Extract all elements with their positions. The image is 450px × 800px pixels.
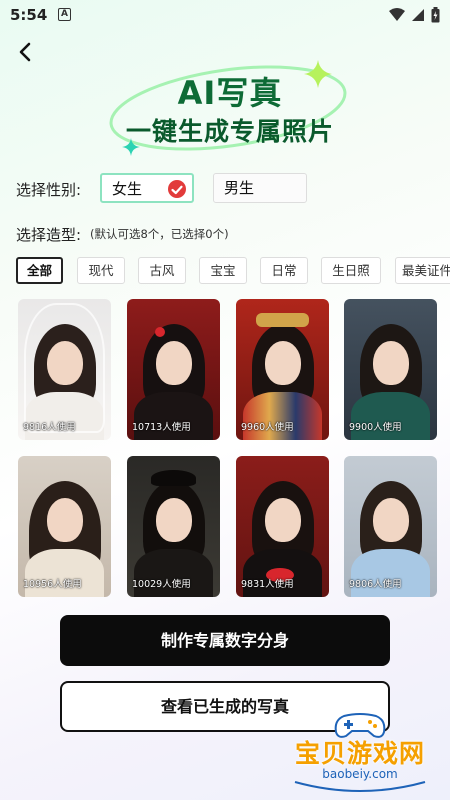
usage-count: 9831人使用 — [241, 579, 294, 590]
gender-option-label: 男生 — [224, 179, 255, 197]
usage-count: 9816人使用 — [23, 422, 76, 433]
tab-id-photo[interactable]: 最美证件 — [395, 257, 450, 284]
watermark-swoosh-decoration — [294, 781, 426, 792]
wifi-icon — [389, 8, 405, 21]
back-button[interactable] — [14, 40, 38, 64]
status-icons — [389, 7, 440, 23]
hero-banner: AI写真 一键生成专属照片 — [100, 60, 360, 160]
style-card[interactable]: 9806人使用 — [344, 456, 437, 597]
tab-daily[interactable]: 日常 — [260, 257, 308, 284]
style-card[interactable]: 10713人使用 — [127, 299, 220, 440]
style-card[interactable]: 9900人使用 — [344, 299, 437, 440]
gender-label: 选择性别: — [16, 181, 82, 199]
gender-option-male[interactable]: 男生 — [213, 173, 307, 203]
style-hint: (默认可选8个，已选择0个) — [90, 227, 229, 241]
style-tabs: 全部 现代 古风 宝宝 日常 生日照 最美证件 — [16, 257, 450, 285]
notification-icon: A — [58, 8, 71, 21]
battery-icon — [431, 7, 440, 23]
signal-icon — [412, 9, 424, 21]
tab-all[interactable]: 全部 — [16, 257, 63, 284]
usage-count: 10713人使用 — [132, 422, 191, 433]
style-label: 选择造型: — [16, 226, 82, 244]
tab-baby[interactable]: 宝宝 — [199, 257, 247, 284]
usage-count: 9806人使用 — [349, 579, 402, 590]
style-card[interactable]: 9960人使用 — [236, 299, 329, 440]
back-arrow-icon — [19, 42, 31, 62]
create-digital-avatar-button[interactable]: 制作专属数字分身 — [60, 615, 390, 666]
gender-option-label: 女生 — [112, 180, 143, 198]
style-card[interactable]: 9816人使用 — [18, 299, 111, 440]
style-card[interactable]: 10956人使用 — [18, 456, 111, 597]
checkmark-icon — [168, 180, 186, 198]
tab-ancient[interactable]: 古风 — [138, 257, 186, 284]
watermark: 宝贝游戏网 baobeiy.com — [275, 712, 445, 797]
watermark-text: 宝贝游戏网 — [294, 739, 425, 768]
status-bar: 5:54 A — [0, 0, 450, 30]
usage-count: 9960人使用 — [241, 422, 294, 433]
gender-option-female[interactable]: 女生 — [100, 173, 194, 203]
hero-title: AI写真 — [177, 74, 283, 112]
usage-count: 10956人使用 — [23, 579, 82, 590]
tab-modern[interactable]: 现代 — [77, 257, 125, 284]
status-time: 5:54 — [10, 6, 48, 24]
usage-count: 9900人使用 — [349, 422, 402, 433]
style-card[interactable]: 10029人使用 — [127, 456, 220, 597]
hero-subtitle: 一键生成专属照片 — [125, 117, 334, 146]
usage-count: 10029人使用 — [132, 579, 191, 590]
tab-birthday[interactable]: 生日照 — [321, 257, 381, 284]
style-card[interactable]: 9831人使用 — [236, 456, 329, 597]
